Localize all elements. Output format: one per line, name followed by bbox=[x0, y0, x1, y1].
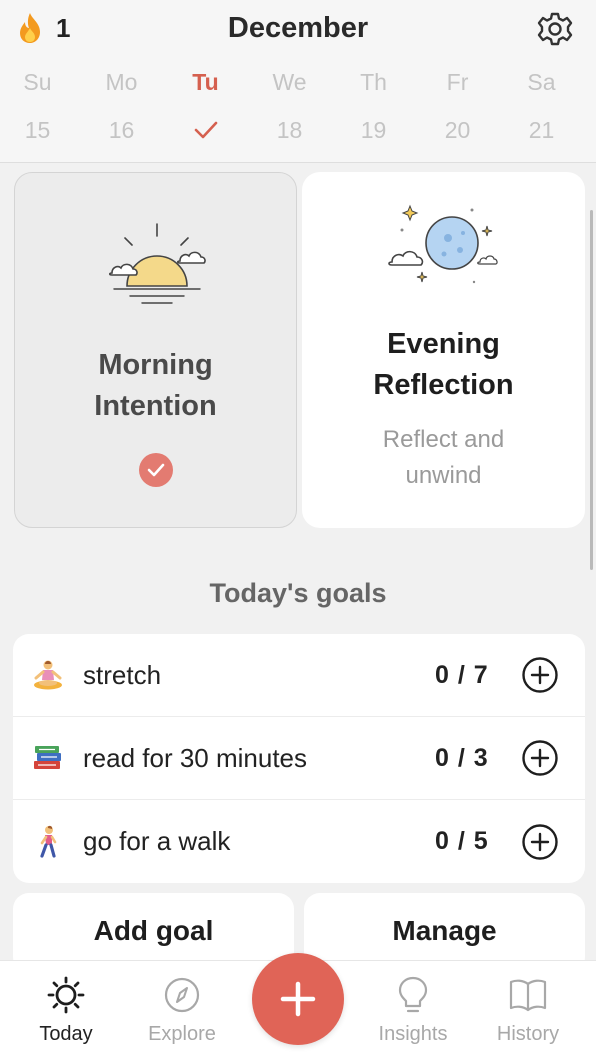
day-name: Tu bbox=[192, 69, 219, 95]
goals-heading: Today's goals bbox=[209, 578, 387, 608]
tab-today[interactable]: Today bbox=[11, 973, 121, 1046]
day-completed bbox=[162, 102, 249, 158]
day-name: Mo bbox=[105, 69, 138, 95]
day-name: Th bbox=[360, 69, 387, 95]
plus-circle-icon[interactable] bbox=[521, 823, 559, 861]
moon-icon bbox=[388, 204, 498, 284]
day-number: 18 bbox=[276, 117, 303, 143]
day-number: 16 bbox=[108, 117, 135, 143]
card-subtitle-line: unwind bbox=[405, 462, 482, 489]
goals-list: stretch 0 / 7 read for 30 minutes 0 / 3 bbox=[13, 634, 585, 883]
card-title: Evening Reflection bbox=[302, 324, 585, 406]
checkmark-icon bbox=[194, 121, 217, 139]
gear-icon[interactable] bbox=[536, 10, 574, 48]
day-number: 15 bbox=[24, 117, 51, 143]
card-title-line: Morning bbox=[98, 349, 213, 381]
card-title-line: Reflection bbox=[373, 369, 514, 401]
morning-intention-card[interactable]: Morning Intention bbox=[14, 172, 297, 528]
add-button[interactable] bbox=[252, 953, 344, 1045]
tab-label: History bbox=[496, 1023, 560, 1045]
day-name: We bbox=[272, 69, 307, 95]
day-number: 21 bbox=[528, 117, 555, 143]
tab-history[interactable]: History bbox=[473, 973, 583, 1046]
day-number: 19 bbox=[360, 117, 387, 143]
goal-label: read for 30 minutes bbox=[83, 742, 308, 773]
sun-icon bbox=[47, 976, 85, 1014]
day-wednesday[interactable]: We 18 bbox=[246, 62, 333, 158]
day-tuesday-selected[interactable]: Tu bbox=[162, 62, 249, 158]
yoga-icon bbox=[34, 660, 62, 690]
tab-label: Explore bbox=[148, 1023, 216, 1045]
day-sunday[interactable]: Su 15 bbox=[0, 62, 81, 158]
calendar-header: 1 December Su 15 Mo 16 Tu We 18 Th 19 Fr… bbox=[0, 0, 596, 163]
day-number: 20 bbox=[444, 117, 471, 143]
books-icon bbox=[34, 746, 61, 769]
goal-label: stretch bbox=[83, 659, 162, 690]
tab-label: Insights bbox=[378, 1023, 448, 1045]
check-icon bbox=[139, 453, 173, 487]
plus-circle-icon[interactable] bbox=[521, 739, 559, 777]
day-friday[interactable]: Fr 20 bbox=[414, 62, 501, 158]
day-name: Fr bbox=[446, 69, 469, 95]
day-monday[interactable]: Mo 16 bbox=[78, 62, 165, 158]
compass-icon bbox=[164, 977, 200, 1013]
goal-progress: 0 / 7 bbox=[435, 660, 489, 689]
card-title: Morning Intention bbox=[15, 345, 296, 427]
month-title: December bbox=[227, 12, 369, 44]
card-title-line: Evening bbox=[387, 328, 500, 360]
book-icon bbox=[509, 979, 547, 1012]
card-subtitle-line: Reflect and bbox=[382, 426, 505, 453]
day-name: Su bbox=[23, 69, 52, 95]
checkmark-icon bbox=[147, 463, 165, 477]
goal-row[interactable]: read for 30 minutes 0 / 3 bbox=[13, 717, 585, 800]
card-subtitle: Reflect and unwind bbox=[302, 422, 585, 494]
tab-explore[interactable]: Explore bbox=[127, 973, 237, 1046]
goal-label: go for a walk bbox=[83, 826, 231, 856]
goal-row[interactable]: go for a walk 0 / 5 bbox=[13, 800, 585, 883]
sunrise-icon bbox=[108, 223, 206, 304]
day-saturday[interactable]: Sa 21 bbox=[498, 62, 585, 158]
goal-row[interactable]: stretch 0 / 7 bbox=[13, 634, 585, 717]
lightbulb-icon bbox=[398, 976, 428, 1013]
evening-reflection-card[interactable]: Evening Reflection Reflect and unwind bbox=[302, 172, 585, 528]
card-title-line: Intention bbox=[94, 390, 217, 422]
walking-icon bbox=[40, 825, 57, 858]
plus-circle-icon[interactable] bbox=[521, 656, 559, 694]
scrollbar[interactable] bbox=[590, 210, 593, 570]
goal-progress: 0 / 5 bbox=[435, 827, 489, 855]
tab-label: Today bbox=[39, 1023, 93, 1045]
day-name: Sa bbox=[527, 69, 556, 95]
plus-icon bbox=[280, 981, 316, 1017]
week-strip: Su 15 Mo 16 Tu We 18 Th 19 Fr 20 Sa 21 bbox=[0, 62, 596, 158]
day-thursday[interactable]: Th 19 bbox=[330, 62, 417, 158]
goal-progress: 0 / 3 bbox=[435, 743, 489, 772]
tab-insights[interactable]: Insights bbox=[358, 973, 468, 1046]
